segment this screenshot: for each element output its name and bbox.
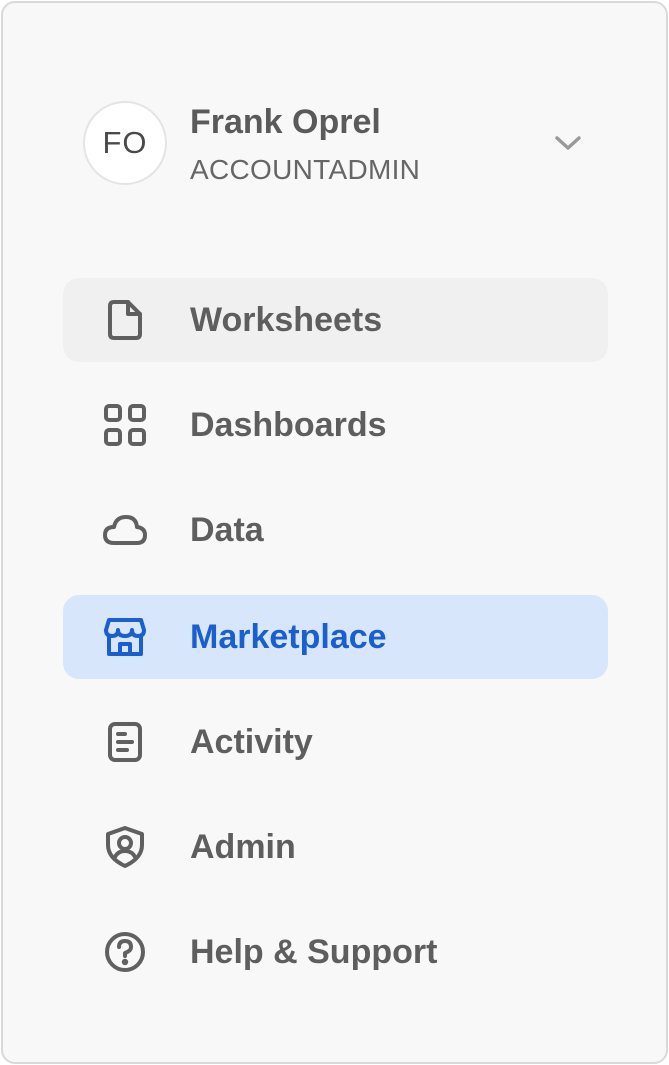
user-menu[interactable]: FO Frank Oprel ACCOUNTADMIN (83, 99, 593, 189)
nav-label-help-support: Help & Support (190, 933, 438, 971)
nav-item-marketplace[interactable]: Marketplace (63, 595, 608, 679)
nav-item-help-support[interactable]: Help & Support (63, 910, 608, 994)
nav-label-worksheets: Worksheets (190, 301, 383, 339)
nav-item-activity[interactable]: Activity (63, 700, 608, 784)
nav-label-data: Data (190, 511, 264, 549)
nav-item-dashboards[interactable]: Dashboards (63, 383, 608, 467)
navigation-panel: FO Frank Oprel ACCOUNTADMIN Worksheets D… (1, 1, 668, 1064)
file-icon (101, 298, 149, 342)
nav-item-worksheets[interactable]: Worksheets (63, 278, 608, 362)
grid-icon (101, 403, 149, 447)
chevron-down-icon[interactable] (551, 131, 585, 155)
nav-item-admin[interactable]: Admin (63, 805, 608, 889)
help-icon (101, 930, 149, 974)
nav-item-data[interactable]: Data (63, 488, 608, 572)
nav-label-dashboards: Dashboards (190, 406, 387, 444)
user-role: ACCOUNTADMIN (190, 154, 421, 185)
cloud-icon (101, 508, 149, 552)
user-name: Frank Oprel (190, 103, 381, 141)
activity-icon (101, 720, 149, 764)
shield-user-icon (101, 825, 149, 869)
avatar[interactable]: FO (83, 101, 167, 185)
nav-label-activity: Activity (190, 723, 313, 761)
nav-label-admin: Admin (190, 828, 296, 866)
nav-label-marketplace: Marketplace (190, 618, 387, 656)
store-icon (101, 615, 149, 659)
